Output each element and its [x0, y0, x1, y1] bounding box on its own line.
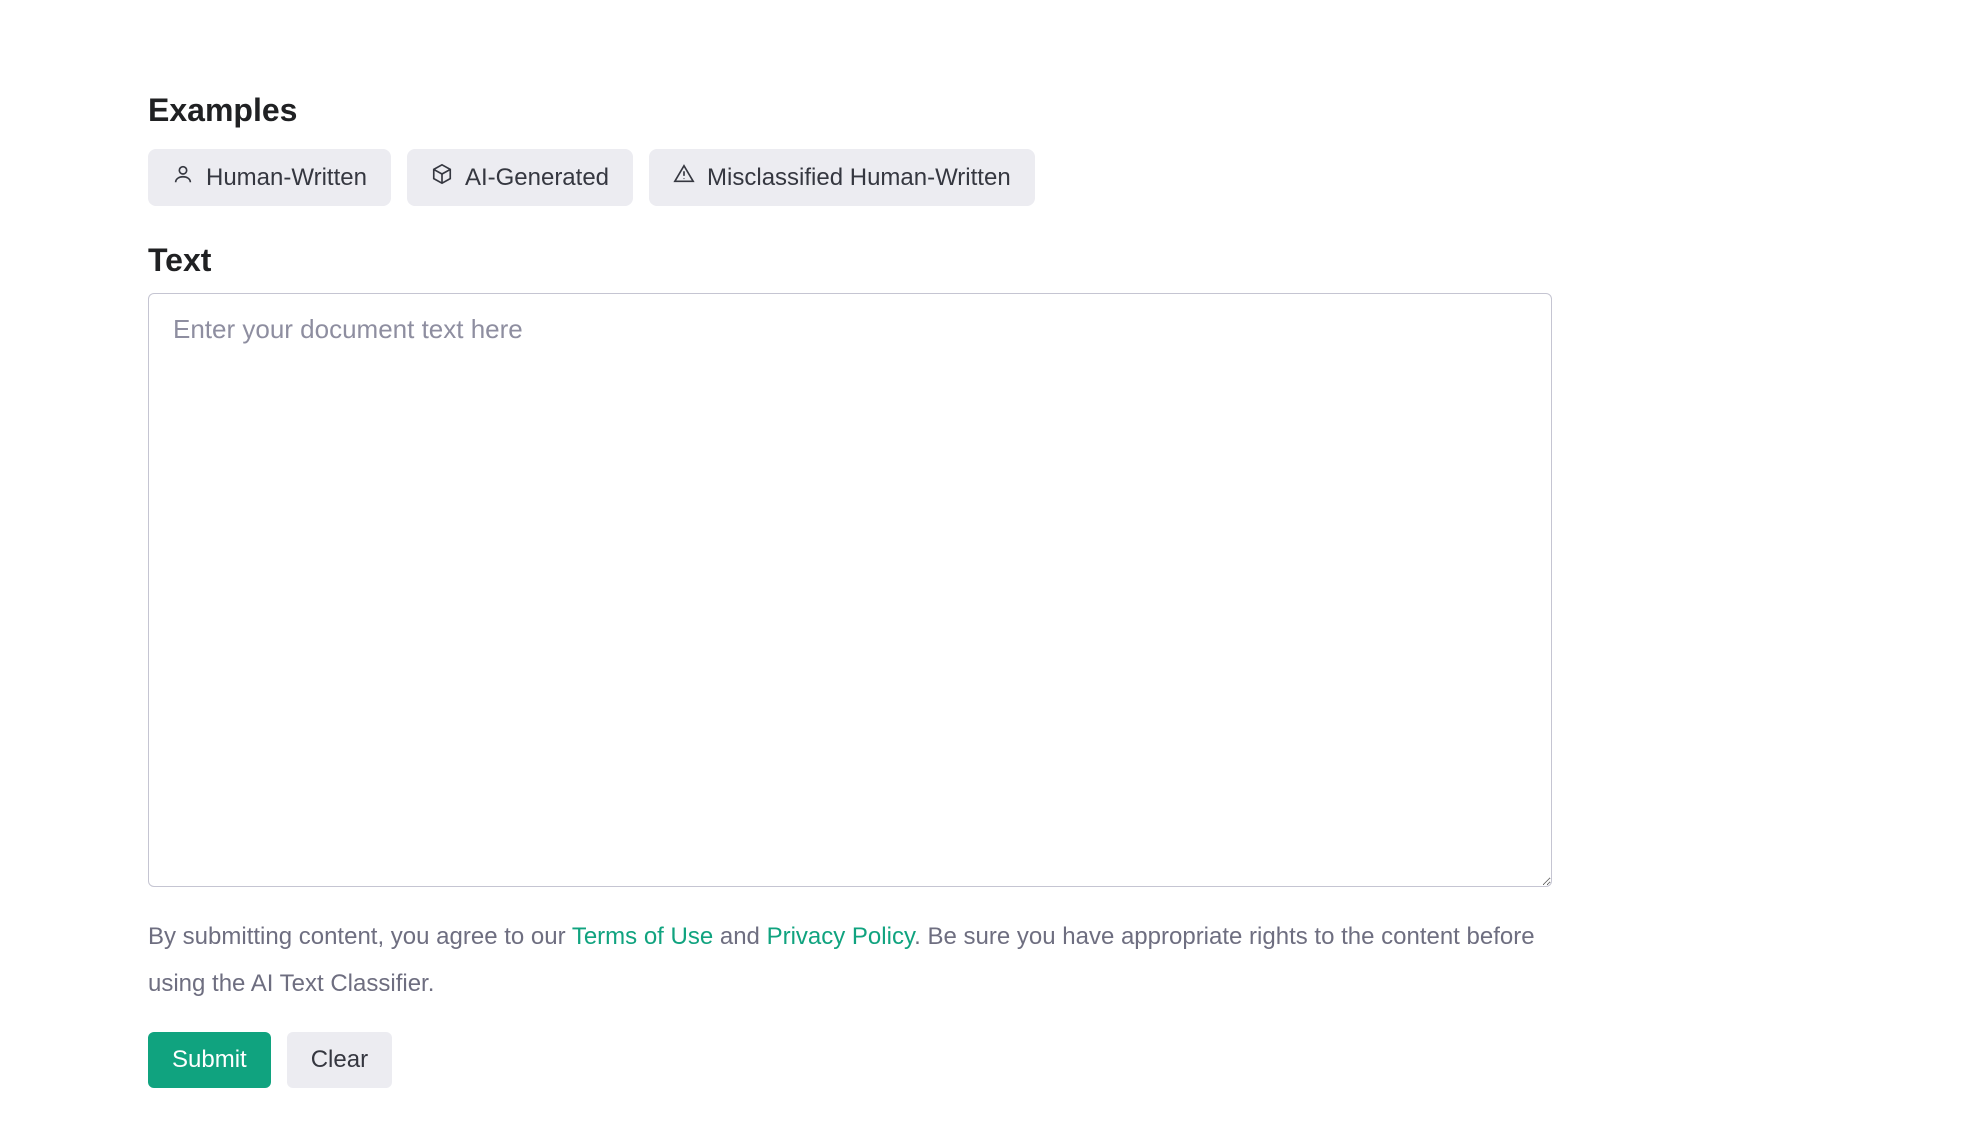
document-text-input[interactable]	[148, 293, 1552, 887]
partial-cut-text: appropriate rights to the content before…	[148, 40, 1552, 54]
person-icon	[172, 163, 194, 192]
page-container: appropriate rights to the content before…	[0, 0, 1700, 1128]
cube-icon	[431, 163, 453, 192]
warning-triangle-icon	[673, 163, 695, 192]
examples-row: Human-Written AI-Generated Misclassified…	[148, 149, 1552, 206]
example-misclassified-button[interactable]: Misclassified Human-Written	[649, 149, 1035, 206]
terms-of-use-link[interactable]: Terms of Use	[572, 923, 713, 950]
partial-cut-text-content: appropriate rights to the content before…	[148, 40, 1552, 46]
privacy-policy-link[interactable]: Privacy Policy	[767, 923, 915, 950]
example-ai-generated-button[interactable]: AI-Generated	[407, 149, 633, 206]
action-row: Submit Clear	[148, 1032, 1552, 1088]
disclaimer-prefix: By submitting content, you agree to our	[148, 923, 572, 950]
examples-heading: Examples	[148, 92, 1552, 129]
example-human-written-button[interactable]: Human-Written	[148, 149, 391, 206]
clear-button[interactable]: Clear	[287, 1032, 392, 1088]
disclaimer-and: and	[713, 923, 766, 950]
submit-button[interactable]: Submit	[148, 1032, 271, 1088]
text-heading: Text	[148, 242, 1552, 279]
example-misclassified-label: Misclassified Human-Written	[707, 164, 1011, 192]
example-human-written-label: Human-Written	[206, 164, 367, 192]
disclaimer-text: By submitting content, you agree to our …	[148, 914, 1552, 1008]
example-ai-generated-label: AI-Generated	[465, 164, 609, 192]
